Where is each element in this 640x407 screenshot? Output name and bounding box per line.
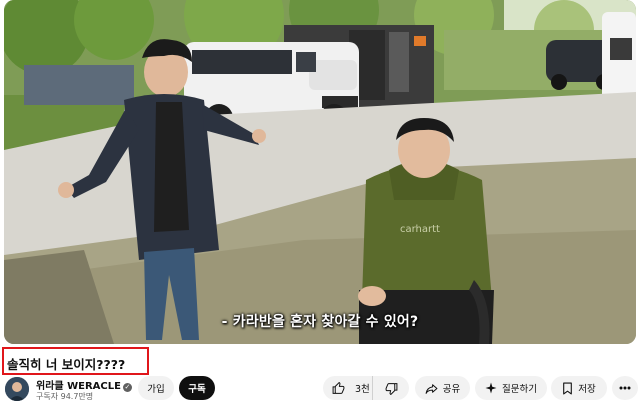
bookmark-icon [562,382,573,395]
like-dislike-group: 3천 [323,376,409,400]
video-subtitle: - 카라반을 혼자 찾아갈 수 있어? [221,314,419,330]
video-title: 솔직히 너 보이지???? [7,357,126,372]
dislike-button[interactable] [373,376,409,400]
thumb-up-icon [332,381,345,395]
save-button[interactable]: 저장 [551,376,607,400]
youtube-watch-page: carhartt - 카라반을 혼자 찾아갈 수 있어? 솔직히 너 보이지??… [0,0,640,407]
share-button[interactable]: 공유 [415,376,470,400]
sparkle-icon [485,382,497,394]
share-label: 공유 [442,384,461,395]
more-icon [619,386,631,390]
verified-icon: ✓ [122,383,132,392]
avatar-image [5,377,29,401]
video-player[interactable]: carhartt - 카라반을 혼자 찾아갈 수 있어? [4,0,636,344]
svg-text:carhartt: carhartt [400,224,440,235]
video-title-highlight: 솔직히 너 보이지???? [2,347,149,375]
save-label: 저장 [578,384,596,395]
more-actions-button[interactable] [612,376,638,400]
like-button[interactable]: 3천 [323,376,373,400]
channel-avatar[interactable] [5,377,29,401]
thumb-down-icon [385,382,398,395]
video-frame: carhartt [4,0,636,344]
subscribe-button[interactable]: 구독 [179,376,215,400]
join-button[interactable]: 가입 [138,376,174,400]
ask-label: 질문하기 [502,384,537,395]
channel-name-row[interactable]: 위라클 WERACLE ✓ [36,377,132,392]
like-count: 3천 [355,384,370,395]
share-icon [425,382,438,395]
ask-button[interactable]: 질문하기 [475,376,547,400]
subscriber-count: 구독자 94.7만명 [36,392,94,401]
